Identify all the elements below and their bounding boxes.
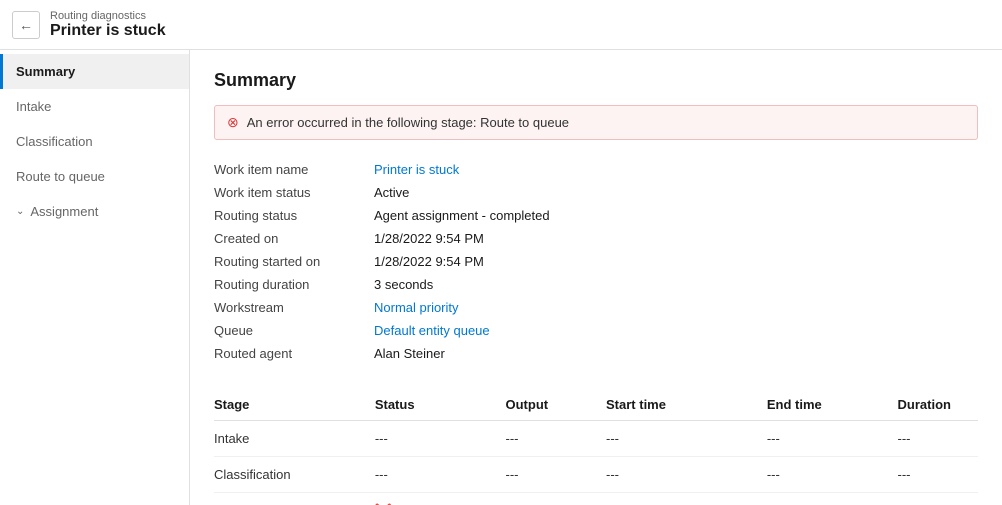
col-header-end: End time [767, 389, 898, 421]
sidebar-item-summary[interactable]: Summary [0, 54, 189, 89]
detail-row-workstream: Workstream Normal priority [214, 296, 978, 319]
detail-value-routing-duration: 3 seconds [374, 277, 433, 292]
detail-value-routing-started-on: 1/28/2022 9:54 PM [374, 254, 484, 269]
detail-label-7: Queue [214, 323, 374, 338]
detail-label-4: Routing started on [214, 254, 374, 269]
col-header-stage: Stage [214, 389, 375, 421]
detail-table: Work item name Printer is stuck Work ite… [214, 158, 978, 365]
detail-label-1: Work item status [214, 185, 374, 200]
sidebar: Summary Intake Classification Route to q… [0, 50, 190, 505]
sidebar-label-assignment: Assignment [30, 204, 98, 219]
detail-value-work-item-name[interactable]: Printer is stuck [374, 162, 459, 177]
cell-duration-0: --- [898, 421, 978, 457]
breadcrumb: Routing diagnostics [50, 10, 166, 22]
table-row: Route to queue❌Error---1/28/2022 9:54 PM… [214, 493, 978, 505]
chevron-icon: ⌄ [16, 206, 24, 217]
error-banner-text: An error occurred in the following stage… [247, 115, 569, 130]
table-row: Intake--------------- [214, 421, 978, 457]
cell-end-2: 1/28/2022 9:5... [767, 493, 898, 505]
detail-row-work-item-name: Work item name Printer is stuck [214, 158, 978, 181]
cell-end-0: --- [767, 421, 898, 457]
detail-label-3: Created on [214, 231, 374, 246]
cell-status-2: ❌Error [375, 493, 506, 505]
header: ← Routing diagnostics Printer is stuck [0, 0, 1002, 50]
detail-value-routed-agent: Alan Steiner [374, 346, 445, 361]
detail-row-routing-started-on: Routing started on 1/28/2022 9:54 PM [214, 250, 978, 273]
cell-output-0: --- [506, 421, 607, 457]
detail-value-routing-status: Agent assignment - completed [374, 208, 550, 223]
cell-start-1: --- [606, 457, 767, 493]
detail-label-8: Routed agent [214, 346, 374, 361]
sidebar-item-route-to-queue[interactable]: Route to queue [0, 159, 189, 194]
detail-label-2: Routing status [214, 208, 374, 223]
detail-value-workstream[interactable]: Normal priority [374, 300, 459, 315]
detail-row-routing-duration: Routing duration 3 seconds [214, 273, 978, 296]
cell-output-2: --- [506, 493, 607, 505]
detail-row-work-item-status: Work item status Active [214, 181, 978, 204]
col-header-start: Start time [606, 389, 767, 421]
table-row: Classification--------------- [214, 457, 978, 493]
cell-status-1: --- [375, 457, 506, 493]
error-icon: ⊗ [227, 114, 239, 131]
detail-label-6: Workstream [214, 300, 374, 315]
detail-label-0: Work item name [214, 162, 374, 177]
cell-stage-1: Classification [214, 457, 375, 493]
cell-end-1: --- [767, 457, 898, 493]
cell-stage-2[interactable]: Route to queue [214, 493, 375, 505]
col-header-duration: Duration [898, 389, 978, 421]
stage-table: Stage Status Output Start time End time … [214, 389, 978, 505]
detail-row-created-on: Created on 1/28/2022 9:54 PM [214, 227, 978, 250]
sidebar-label-classification: Classification [16, 134, 93, 149]
cell-duration-1: --- [898, 457, 978, 493]
header-text: Routing diagnostics Printer is stuck [50, 10, 166, 40]
cell-duration-2: 0 seconds [898, 493, 978, 505]
sidebar-item-assignment[interactable]: ⌄ Assignment [0, 194, 189, 229]
detail-row-queue: Queue Default entity queue [214, 319, 978, 342]
cell-status-0: --- [375, 421, 506, 457]
content-title: Summary [214, 70, 978, 91]
page-title: Printer is stuck [50, 22, 166, 40]
back-button[interactable]: ← [12, 11, 40, 39]
sidebar-item-classification[interactable]: Classification [0, 124, 189, 159]
cell-start-0: --- [606, 421, 767, 457]
detail-row-routed-agent: Routed agent Alan Steiner [214, 342, 978, 365]
cell-start-2: 1/28/2022 9:54 PM [606, 493, 767, 505]
sidebar-label-intake: Intake [16, 99, 51, 114]
sidebar-label-summary: Summary [16, 64, 75, 79]
sidebar-item-intake[interactable]: Intake [0, 89, 189, 124]
detail-label-5: Routing duration [214, 277, 374, 292]
col-header-status: Status [375, 389, 506, 421]
main-layout: Summary Intake Classification Route to q… [0, 50, 1002, 505]
content-area: Summary ⊗ An error occurred in the follo… [190, 50, 1002, 505]
detail-value-work-item-status: Active [374, 185, 409, 200]
error-banner: ⊗ An error occurred in the following sta… [214, 105, 978, 140]
detail-value-queue[interactable]: Default entity queue [374, 323, 490, 338]
detail-value-created-on: 1/28/2022 9:54 PM [374, 231, 484, 246]
cell-output-1: --- [506, 457, 607, 493]
col-header-output: Output [506, 389, 607, 421]
sidebar-label-route-to-queue: Route to queue [16, 169, 105, 184]
detail-row-routing-status: Routing status Agent assignment - comple… [214, 204, 978, 227]
cell-stage-0: Intake [214, 421, 375, 457]
